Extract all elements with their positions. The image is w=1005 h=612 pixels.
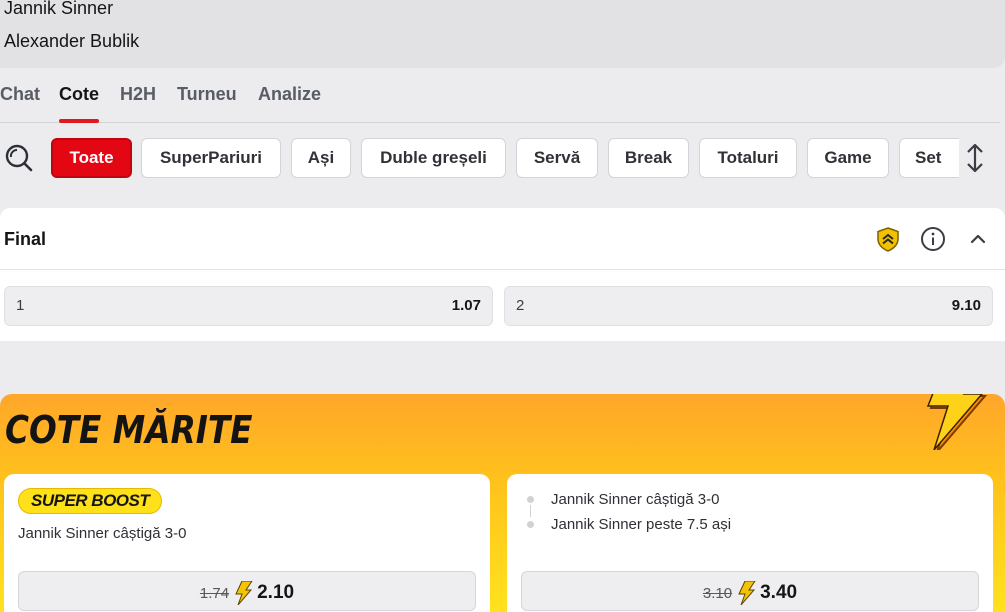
boost-card: Jannik Sinner câștigă 3-0 Jannik Sinner … bbox=[507, 474, 993, 612]
filter-chip-game[interactable]: Game bbox=[807, 138, 889, 178]
filter-chip-serva[interactable]: Servă bbox=[516, 138, 598, 178]
tab-h2h[interactable]: H2H bbox=[120, 84, 156, 105]
market-filters: Toate SuperPariuri Ași Duble greșeli Ser… bbox=[0, 138, 1005, 178]
sort-arrows-icon[interactable] bbox=[962, 142, 988, 174]
filter-chip-duble-greseli[interactable]: Duble greșeli bbox=[361, 138, 506, 178]
old-odd: 1.74 bbox=[199, 584, 230, 602]
info-icon[interactable] bbox=[920, 226, 946, 252]
boost-card: SUPER BOOST Jannik Sinner câștigă 3-0 1.… bbox=[4, 474, 490, 612]
tab-chat[interactable]: Chat bbox=[0, 84, 40, 105]
shield-chevrons-icon[interactable] bbox=[875, 226, 901, 252]
odd-label: 2 bbox=[516, 297, 525, 314]
market-final: Final 1 1.07 2 9.10 bbox=[0, 208, 1005, 341]
player-1-name: Jannik Sinner bbox=[4, 0, 114, 18]
search-icon[interactable] bbox=[4, 143, 34, 173]
tab-turneu[interactable]: Turneu bbox=[177, 84, 237, 105]
boost-odds-button[interactable]: 1.74 2.10 bbox=[18, 571, 476, 611]
tab-analize[interactable]: Analize bbox=[258, 84, 321, 105]
filter-chip-break[interactable]: Break bbox=[608, 138, 689, 178]
odd-value: 9.10 bbox=[951, 297, 981, 314]
new-odd: 3.40 bbox=[760, 582, 798, 603]
filter-chip-totaluri[interactable]: Totaluri bbox=[699, 138, 797, 178]
selection-connector bbox=[530, 505, 531, 517]
filter-chip-toate[interactable]: Toate bbox=[51, 138, 132, 178]
selection-dot bbox=[527, 496, 534, 503]
player-2-name: Alexander Bublik bbox=[4, 31, 140, 51]
match-tabs: Chat Cote H2H Turneu Analize bbox=[0, 78, 1000, 123]
chevron-up-icon[interactable] bbox=[965, 226, 991, 252]
selection-dot bbox=[527, 521, 534, 528]
boost-selection: Jannik Sinner peste 7.5 ași bbox=[551, 516, 732, 533]
filter-chip-asi[interactable]: Ași bbox=[291, 138, 351, 178]
boost-selection: Jannik Sinner câștigă 3-0 bbox=[18, 525, 187, 542]
odd-button-2[interactable]: 2 9.10 bbox=[504, 286, 993, 326]
boost-odds-button[interactable]: 3.10 3.40 bbox=[521, 571, 979, 611]
match-header: Jannik Sinner Alexander Bublik bbox=[0, 0, 1005, 68]
old-odd: 3.10 bbox=[702, 584, 733, 602]
boost-section-title: COTE MĂRITE bbox=[5, 408, 253, 452]
market-header: Final bbox=[0, 208, 1005, 270]
odd-label: 1 bbox=[16, 297, 25, 314]
lightning-bolt-icon bbox=[736, 581, 756, 605]
odd-value: 1.07 bbox=[451, 297, 481, 314]
filter-chip-superpariuri[interactable]: SuperPariuri bbox=[141, 138, 281, 178]
new-odd: 2.10 bbox=[257, 582, 295, 603]
super-boost-badge: SUPER BOOST bbox=[18, 488, 163, 514]
boost-selection: Jannik Sinner câștigă 3-0 bbox=[551, 491, 720, 508]
tab-cote[interactable]: Cote bbox=[59, 84, 99, 105]
lightning-bolt-icon bbox=[233, 581, 253, 605]
filter-chip-set[interactable]: Set bbox=[899, 138, 959, 178]
odd-button-1[interactable]: 1 1.07 bbox=[4, 286, 493, 326]
market-title: Final bbox=[4, 229, 47, 249]
active-tab-indicator bbox=[59, 119, 99, 123]
boosted-odds-section: COTE MĂRITE SUPER BOOST Jannik Sinner câ… bbox=[0, 394, 1005, 612]
lightning-bolt-icon bbox=[912, 394, 992, 453]
